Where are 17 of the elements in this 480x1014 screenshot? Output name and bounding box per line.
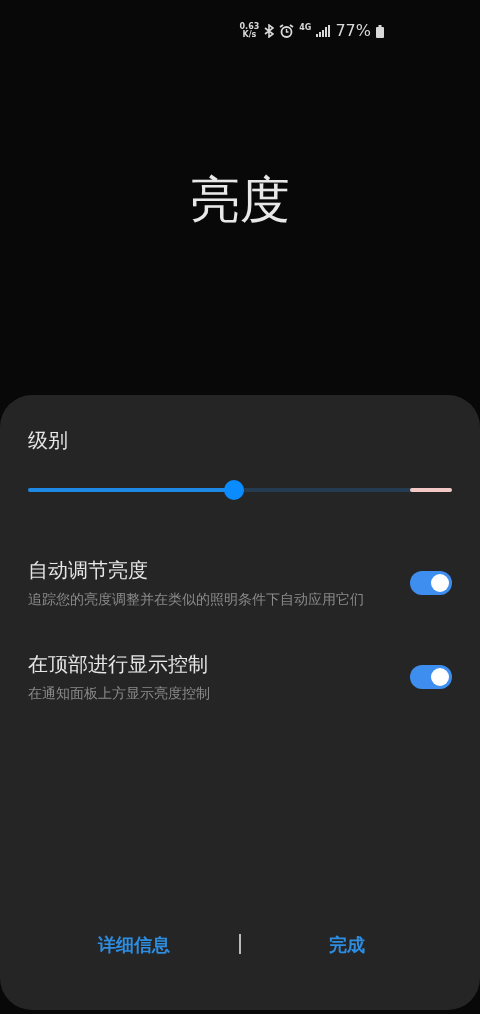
page-title: 亮度 — [190, 170, 290, 231]
network-speed: 0.63 K/s — [239, 23, 260, 39]
alarm-icon — [279, 24, 295, 38]
setting-description: 在通知面板上方显示亮度控制 — [28, 684, 211, 703]
setting-title: 自动调节亮度 — [28, 557, 149, 584]
bluetooth-icon — [264, 24, 275, 38]
footer-button[interactable]: 完成 — [241, 920, 452, 968]
battery-percent: 77% — [335, 20, 371, 42]
signal-icon — [316, 25, 331, 37]
setting-title: 在顶部进行显示控制 — [28, 651, 209, 678]
level-label: 级别 — [28, 427, 69, 454]
battery-icon — [376, 24, 384, 38]
toggle-switch[interactable] — [410, 665, 452, 689]
footer-button[interactable]: 详细信息 — [28, 920, 239, 968]
network-type: 4G — [299, 24, 312, 32]
setting-description: 追踪您的亮度调整并在类似的照明条件下自动应用它们 — [28, 590, 365, 609]
toggle-switch[interactable] — [410, 571, 452, 595]
